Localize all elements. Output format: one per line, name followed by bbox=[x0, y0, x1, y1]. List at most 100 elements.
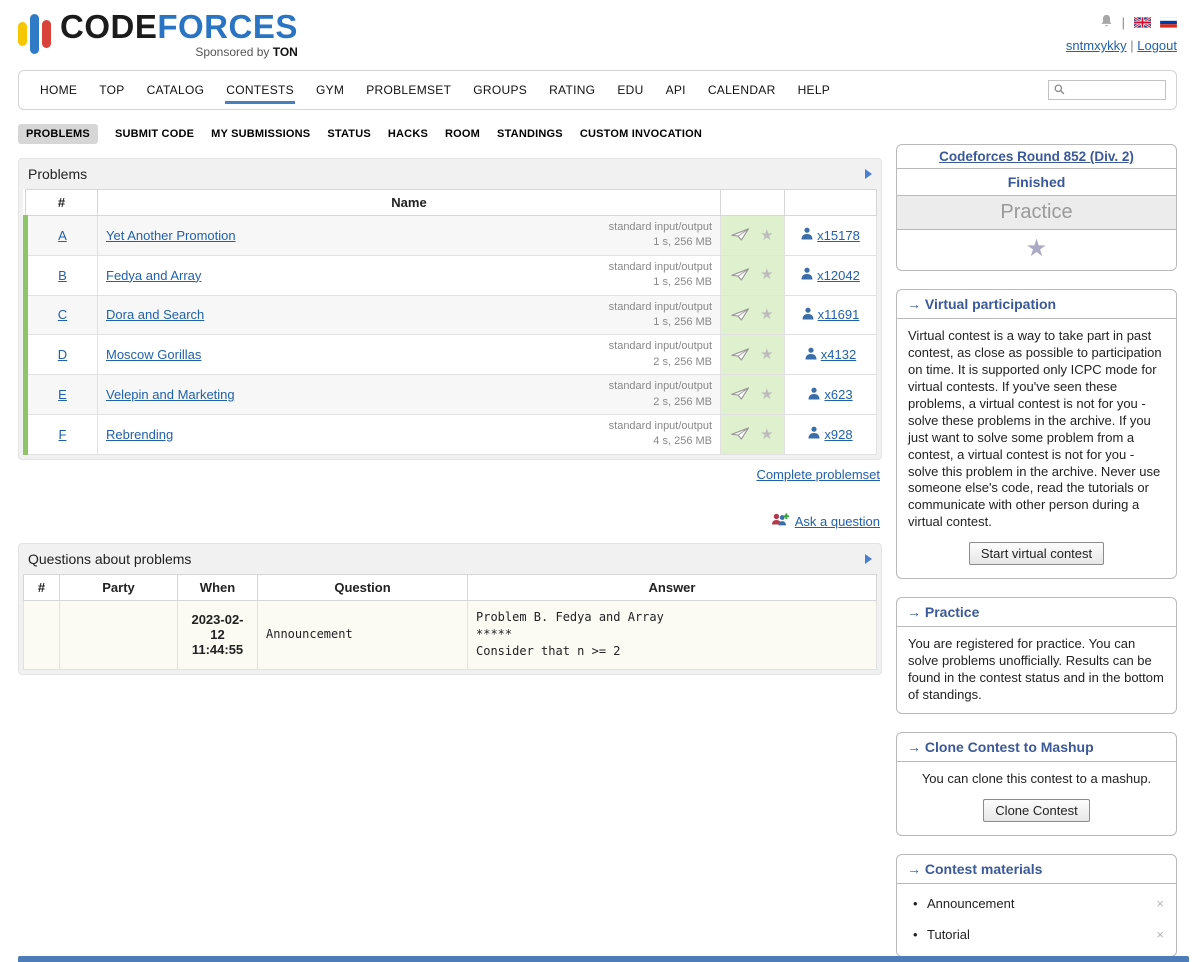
favorite-star-icon[interactable]: ★ bbox=[760, 386, 773, 403]
favorite-contest-star-icon[interactable]: ★ bbox=[1026, 234, 1048, 266]
solved-count-link[interactable]: x4132 bbox=[805, 347, 856, 363]
questions-table: # Party When Question Answer 2023-02-12 … bbox=[23, 574, 877, 670]
header: CODEFORCES Sponsored by TON | bbox=[18, 10, 1177, 58]
nav-item-edu[interactable]: EDU bbox=[606, 70, 654, 110]
nav-item-api[interactable]: API bbox=[655, 70, 697, 110]
flag-en-icon[interactable] bbox=[1134, 17, 1151, 28]
subnav-standings[interactable]: STANDINGS bbox=[497, 128, 563, 140]
submit-plane-icon[interactable] bbox=[731, 267, 750, 285]
nav-item-top[interactable]: TOP bbox=[88, 70, 135, 110]
nav-item-gym[interactable]: GYM bbox=[305, 70, 355, 110]
q-col-when: When bbox=[178, 574, 258, 600]
subnav-room[interactable]: ROOM bbox=[445, 128, 480, 140]
favorite-star-icon[interactable]: ★ bbox=[760, 426, 773, 443]
problem-name-link[interactable]: Yet Another Promotion bbox=[106, 228, 236, 243]
section-expand-icon[interactable] bbox=[865, 169, 872, 179]
start-virtual-contest-button[interactable]: Start virtual contest bbox=[969, 542, 1104, 565]
solved-count-link[interactable]: x11691 bbox=[802, 307, 860, 323]
solved-count-link[interactable]: x15178 bbox=[801, 227, 860, 243]
favorite-star-icon[interactable]: ★ bbox=[760, 346, 773, 363]
subnav-problems[interactable]: PROBLEMS bbox=[18, 124, 98, 144]
close-icon[interactable]: × bbox=[1156, 927, 1164, 942]
favorite-star-icon[interactable]: ★ bbox=[760, 227, 773, 244]
flag-ru-icon[interactable] bbox=[1160, 17, 1177, 28]
nav-item-rating[interactable]: RATING bbox=[538, 70, 606, 110]
solved-count-link[interactable]: x12042 bbox=[801, 267, 860, 283]
io-type: standard input/output bbox=[609, 419, 712, 434]
nav-item-help[interactable]: HELP bbox=[787, 70, 842, 110]
problem-name-link[interactable]: Rebrending bbox=[106, 427, 173, 442]
logout-link[interactable]: Logout bbox=[1137, 38, 1177, 53]
complete-problemset-link[interactable]: Complete problemset bbox=[756, 467, 880, 482]
solved-count: x928 bbox=[824, 427, 852, 442]
problem-constraints: standard input/output 1 s, 256 MB bbox=[609, 220, 712, 251]
problem-letter-link[interactable]: D bbox=[58, 347, 67, 362]
time-memory-limits: 4 s, 256 MB bbox=[609, 434, 712, 449]
submit-plane-icon[interactable] bbox=[731, 426, 750, 444]
submit-plane-icon[interactable] bbox=[731, 227, 750, 245]
submit-plane-icon[interactable] bbox=[731, 386, 750, 404]
q-col-answer: Answer bbox=[468, 574, 877, 600]
logo-bars-icon bbox=[18, 11, 51, 57]
problem-name-link[interactable]: Fedya and Array bbox=[106, 268, 201, 283]
problem-name-link[interactable]: Dora and Search bbox=[106, 307, 204, 322]
subnav-submit-code[interactable]: SUBMIT CODE bbox=[115, 128, 194, 140]
problem-letter-link[interactable]: F bbox=[59, 427, 67, 442]
subnav-hacks[interactable]: HACKS bbox=[388, 128, 428, 140]
problem-letter-link[interactable]: E bbox=[58, 387, 67, 402]
close-icon[interactable]: × bbox=[1156, 896, 1164, 911]
time-memory-limits: 1 s, 256 MB bbox=[609, 315, 712, 330]
logo-word-forces: FORCES bbox=[157, 8, 298, 45]
submit-plane-icon[interactable] bbox=[731, 347, 750, 365]
section-expand-icon[interactable] bbox=[865, 554, 872, 564]
problem-name-link[interactable]: Moscow Gorillas bbox=[106, 347, 201, 362]
nav-item-groups[interactable]: GROUPS bbox=[462, 70, 538, 110]
ask-question-icon bbox=[771, 512, 789, 531]
problem-constraints: standard input/output 2 s, 256 MB bbox=[609, 379, 712, 410]
notifications-bell-icon[interactable] bbox=[1100, 14, 1113, 31]
nav-item-contests[interactable]: CONTESTS bbox=[215, 70, 305, 110]
clone-contest-button[interactable]: Clone Contest bbox=[983, 799, 1089, 822]
nav-item-catalog[interactable]: CATALOG bbox=[136, 70, 216, 110]
material-item-tutorial[interactable]: Tutorial × bbox=[897, 919, 1176, 950]
favorite-star-icon[interactable]: ★ bbox=[760, 306, 773, 323]
search-box bbox=[1048, 80, 1166, 100]
problem-solved-cell: x12042 bbox=[785, 255, 877, 295]
problem-name-cell: Fedya and Array standard input/output 1 … bbox=[98, 255, 721, 295]
person-icon bbox=[808, 387, 820, 403]
problems-section-title: Problems bbox=[28, 166, 87, 182]
contest-title-link[interactable]: Codeforces Round 852 (Div. 2) bbox=[939, 149, 1134, 164]
problems-table: # Name A Yet Another Promotion bbox=[23, 189, 877, 455]
nav-item-problemset[interactable]: PROBLEMSET bbox=[355, 70, 462, 110]
submit-plane-icon[interactable] bbox=[731, 307, 750, 325]
problem-letter-cell: F bbox=[26, 414, 98, 454]
codeforces-logo[interactable]: CODEFORCES Sponsored by TON bbox=[18, 10, 298, 58]
favorite-star-icon[interactable]: ★ bbox=[760, 266, 773, 283]
solved-count-link[interactable]: x623 bbox=[808, 387, 852, 403]
problem-solved-cell: x623 bbox=[785, 375, 877, 415]
subnav-status[interactable]: STATUS bbox=[327, 128, 371, 140]
ask-question-link[interactable]: Ask a question bbox=[795, 514, 880, 529]
contest-materials-caption: → Contest materials bbox=[897, 855, 1176, 884]
virtual-participation-text: Virtual contest is a way to take part in… bbox=[897, 319, 1176, 540]
time-memory-limits: 2 s, 256 MB bbox=[609, 355, 712, 370]
problem-letter-cell: C bbox=[26, 295, 98, 335]
problem-row: A Yet Another Promotion standard input/o… bbox=[26, 216, 877, 256]
clone-mashup-caption: → Clone Contest to Mashup bbox=[897, 733, 1176, 762]
material-item-announcement[interactable]: Announcement × bbox=[897, 888, 1176, 919]
virtual-participation-box: → Virtual participation Virtual contest … bbox=[896, 289, 1177, 579]
problem-letter-link[interactable]: B bbox=[58, 268, 67, 283]
nav-item-home[interactable]: HOME bbox=[29, 70, 88, 110]
solved-count-link[interactable]: x928 bbox=[808, 426, 852, 442]
search-input[interactable] bbox=[1069, 83, 1161, 97]
problem-name-cell: Rebrending standard input/output 4 s, 25… bbox=[98, 414, 721, 454]
username-link[interactable]: sntmxykky bbox=[1066, 38, 1127, 53]
nav-item-calendar[interactable]: CALENDAR bbox=[697, 70, 787, 110]
subnav-custom-invocation[interactable]: CUSTOM INVOCATION bbox=[580, 128, 702, 140]
problem-letter-link[interactable]: C bbox=[58, 307, 67, 322]
subnav-my-submissions[interactable]: MY SUBMISSIONS bbox=[211, 128, 310, 140]
answer-line: ***** bbox=[476, 626, 868, 643]
problem-letter-link[interactable]: A bbox=[58, 228, 67, 243]
problem-name-link[interactable]: Velepin and Marketing bbox=[106, 387, 235, 402]
contest-title-row: Codeforces Round 852 (Div. 2) bbox=[897, 145, 1176, 169]
